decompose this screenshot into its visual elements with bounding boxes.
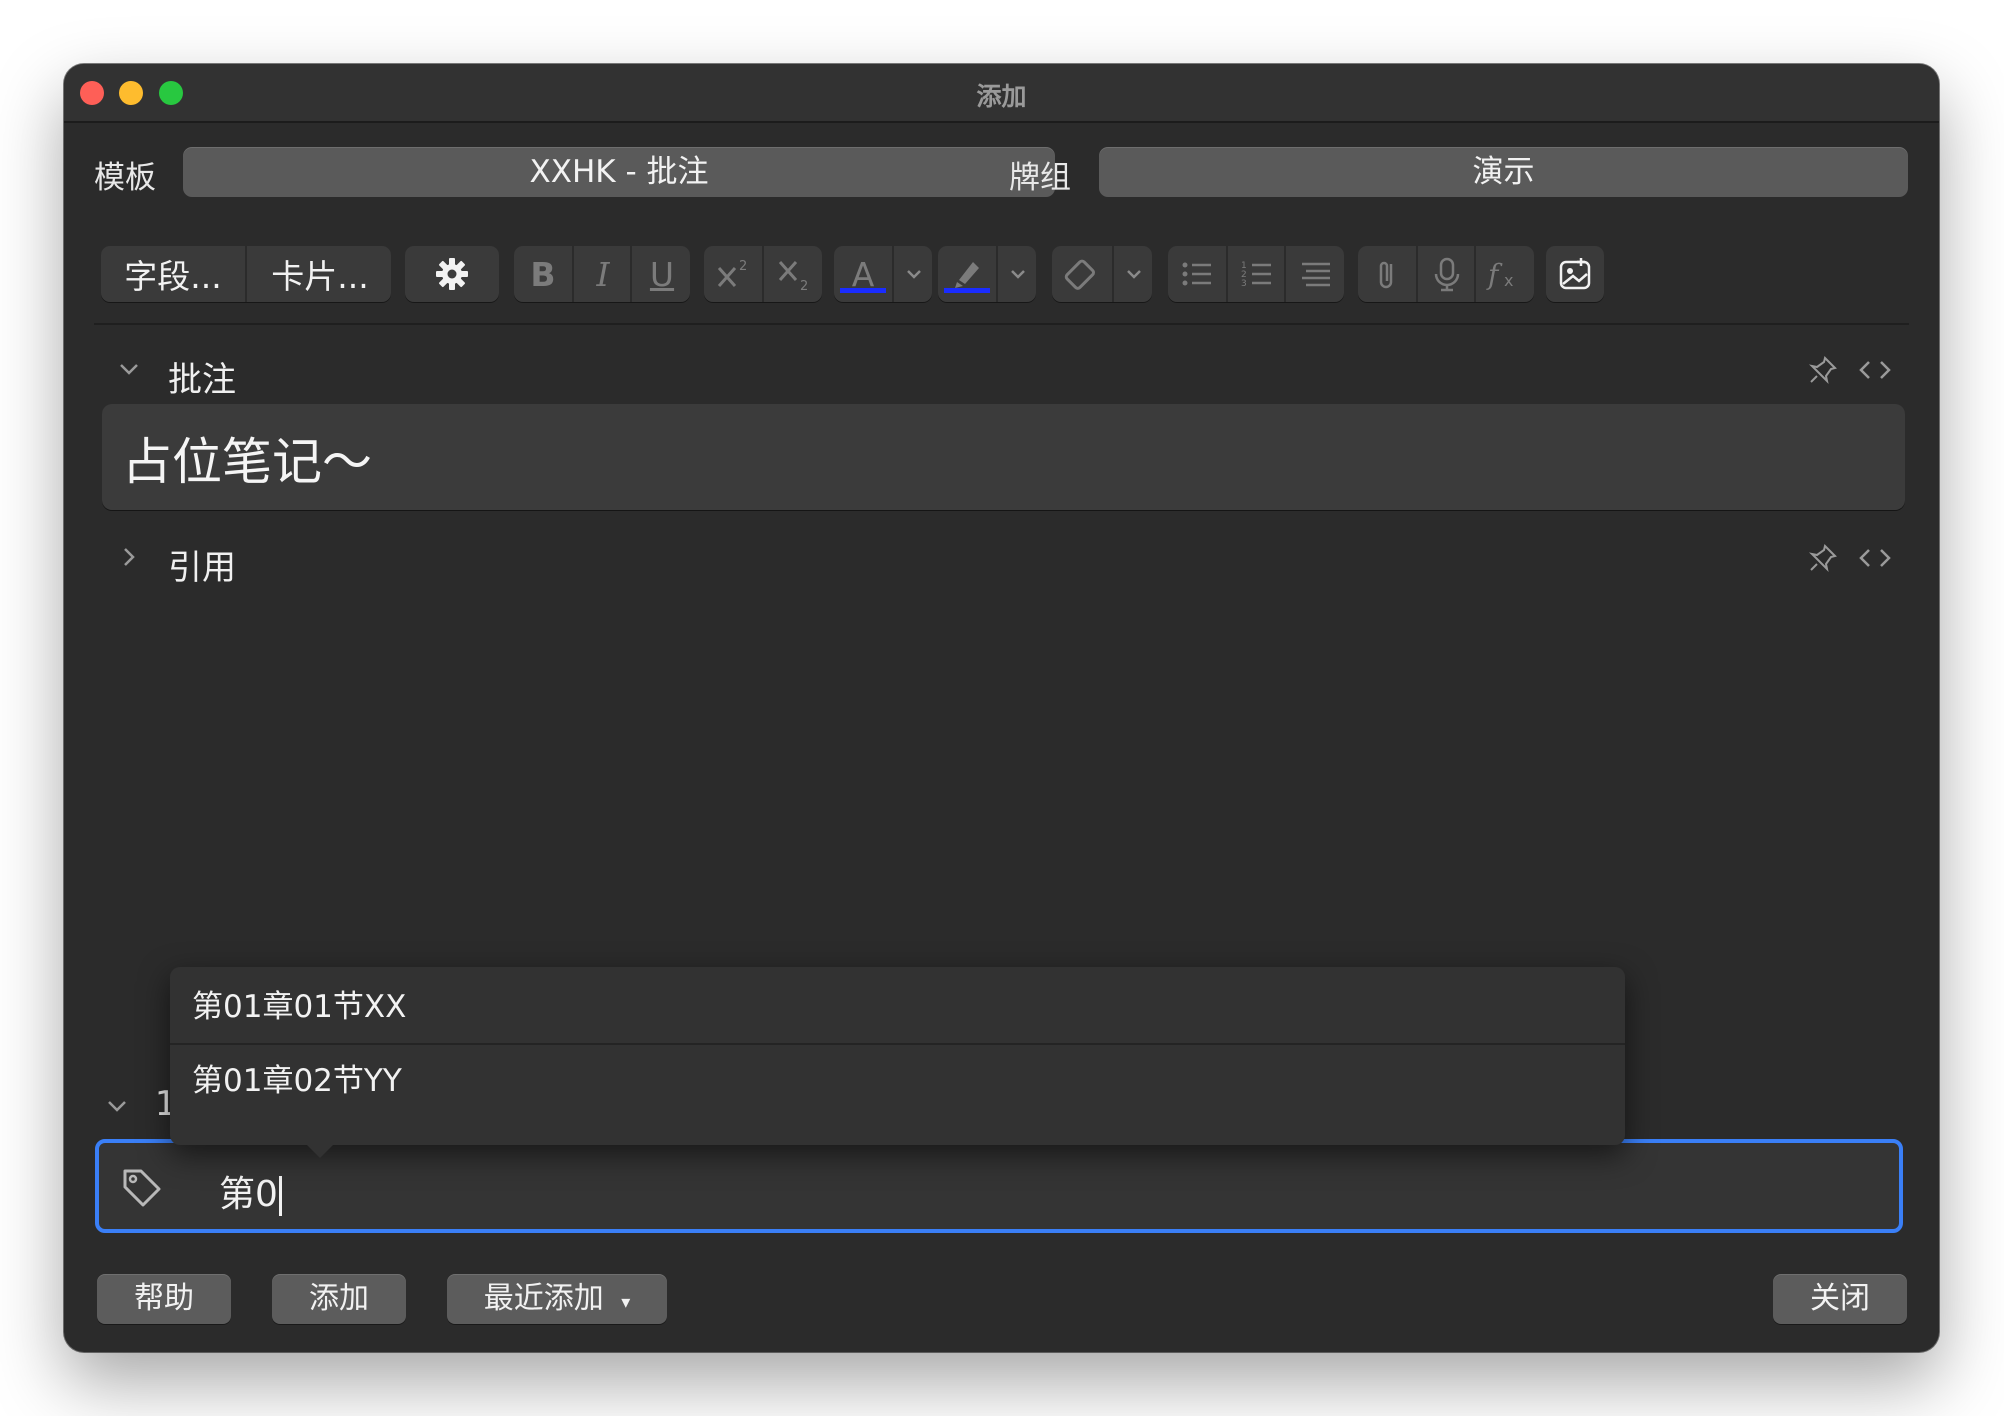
text-color-group: A bbox=[834, 246, 932, 302]
cards-button-label: 卡片... bbox=[271, 257, 369, 296]
image-occlusion-button[interactable] bbox=[1546, 246, 1604, 302]
text-color-dropdown[interactable] bbox=[892, 246, 934, 302]
tag-input-text: 第0 bbox=[219, 1165, 282, 1217]
tag-input-value: 第0 bbox=[219, 1174, 278, 1215]
attach-button[interactable] bbox=[1358, 246, 1416, 302]
highlight-button[interactable] bbox=[938, 246, 996, 302]
subscript-button[interactable]: 2 bbox=[762, 246, 824, 302]
formula-button[interactable]: f x bbox=[1474, 246, 1536, 302]
gear-icon bbox=[405, 246, 499, 302]
highlight-dropdown[interactable] bbox=[996, 246, 1038, 302]
bullet-list-icon bbox=[1182, 262, 1211, 286]
underline-button[interactable]: U bbox=[630, 246, 692, 302]
clear-format-dropdown[interactable] bbox=[1112, 246, 1154, 302]
italic-button[interactable]: I bbox=[572, 246, 632, 302]
help-button[interactable]: 帮助 bbox=[97, 1274, 231, 1324]
svg-text:3: 3 bbox=[1241, 279, 1247, 289]
list-group: 123 bbox=[1168, 246, 1344, 302]
underline-label: U bbox=[649, 254, 675, 294]
chevron-down-icon bbox=[907, 270, 921, 279]
svg-text:2: 2 bbox=[739, 259, 747, 274]
options-button[interactable] bbox=[405, 246, 499, 302]
chevron-down-icon bbox=[1127, 270, 1141, 279]
model-selector[interactable]: XXHK - 批注 bbox=[183, 147, 1055, 197]
add-window: 添加 模板 XXHK - 批注 牌组 演示 字段... 卡片... B I U … bbox=[64, 64, 1939, 1352]
numbered-list-icon: 123 bbox=[1241, 261, 1271, 289]
script-group: 2 2 bbox=[704, 246, 822, 302]
align-icon bbox=[1302, 262, 1330, 287]
tag-suggestions: 第01章01节XX 第01章02节YY bbox=[170, 967, 1625, 1145]
text-style-group: B I U bbox=[514, 246, 690, 302]
bold-button[interactable]: B bbox=[514, 246, 572, 302]
attachment-icon bbox=[1379, 261, 1393, 289]
window-title: 添加 bbox=[976, 82, 1027, 111]
image-occlusion-icon bbox=[1546, 246, 1604, 302]
model-label: 模板 bbox=[94, 160, 156, 196]
tag-suggestions-pointer bbox=[304, 1142, 336, 1158]
highlight-color-swatch bbox=[944, 288, 990, 293]
deck-selector[interactable]: 演示 bbox=[1099, 147, 1908, 197]
numbered-list-button[interactable]: 123 bbox=[1226, 246, 1286, 302]
pin-icon[interactable] bbox=[1807, 354, 1839, 386]
svg-text:f: f bbox=[1486, 258, 1503, 291]
title-bar: 添加 bbox=[64, 64, 1939, 123]
bullet-list-button[interactable] bbox=[1168, 246, 1226, 302]
superscript-button[interactable]: 2 bbox=[704, 246, 762, 302]
close-button[interactable]: 关闭 bbox=[1773, 1274, 1907, 1324]
bold-label: B bbox=[530, 254, 556, 294]
fields-cards-group: 字段... 卡片... bbox=[101, 246, 391, 302]
history-button[interactable]: 最近添加 ▾ bbox=[447, 1274, 667, 1324]
chevron-right-icon[interactable] bbox=[114, 542, 144, 572]
chevron-down-icon[interactable] bbox=[114, 354, 144, 384]
field-header-quote[interactable]: 引用 bbox=[104, 532, 1899, 588]
field-header-annotation[interactable]: 批注 bbox=[104, 344, 1899, 400]
text-color-button[interactable]: A bbox=[834, 246, 892, 302]
italic-label: I bbox=[596, 254, 610, 294]
media-group: f x bbox=[1358, 246, 1534, 302]
clear-format-group bbox=[1052, 246, 1152, 302]
subscript-icon: 2 bbox=[778, 261, 808, 294]
tag-input[interactable]: 第0 bbox=[95, 1139, 1903, 1233]
field-name: 引用 bbox=[168, 548, 236, 588]
formula-icon: f x bbox=[1486, 258, 1513, 291]
svg-text:x: x bbox=[1504, 271, 1513, 290]
html-editor-icon[interactable] bbox=[1857, 544, 1893, 572]
svg-text:2: 2 bbox=[800, 279, 808, 294]
field-editor-text: 占位笔记～ bbox=[122, 433, 372, 491]
deck-label: 牌组 bbox=[1009, 160, 1071, 196]
history-label: 最近添加 bbox=[483, 1281, 604, 1316]
superscript-icon: 2 bbox=[717, 259, 747, 287]
add-button[interactable]: 添加 bbox=[272, 1274, 406, 1324]
html-editor-icon[interactable] bbox=[1857, 356, 1893, 384]
chevron-down-icon[interactable] bbox=[102, 1091, 132, 1121]
align-button[interactable] bbox=[1284, 246, 1346, 302]
fields-button[interactable]: 字段... bbox=[101, 246, 245, 302]
tag-icon bbox=[123, 1169, 161, 1207]
pin-icon[interactable] bbox=[1807, 542, 1839, 574]
record-button[interactable] bbox=[1416, 246, 1476, 302]
tag-suggestion-item[interactable]: 第01章01节XX bbox=[170, 971, 1625, 1045]
text-caret bbox=[278, 1176, 282, 1216]
dropdown-arrow-icon: ▾ bbox=[621, 1292, 631, 1313]
eraser-icon bbox=[1064, 259, 1095, 290]
fields-button-label: 字段... bbox=[124, 257, 222, 296]
tags-header[interactable]: 1 bbox=[102, 1084, 176, 1124]
highlight-group bbox=[938, 246, 1036, 302]
tag-suggestion-item[interactable]: 第01章02节YY bbox=[170, 1045, 1625, 1117]
chevron-down-icon bbox=[1011, 270, 1025, 279]
clear-format-button[interactable] bbox=[1052, 246, 1112, 302]
field-editor-annotation[interactable]: 占位笔记～ bbox=[102, 404, 1905, 510]
cards-button[interactable]: 卡片... bbox=[245, 246, 393, 302]
microphone-icon bbox=[1434, 257, 1460, 292]
toolbar-divider bbox=[94, 323, 1909, 325]
text-color-swatch bbox=[840, 288, 886, 293]
field-name: 批注 bbox=[168, 360, 236, 400]
